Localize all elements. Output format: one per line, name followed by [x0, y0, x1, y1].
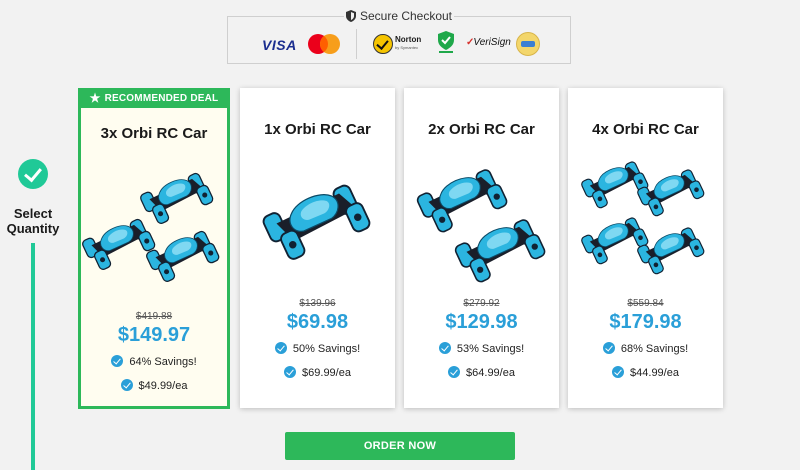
secure-shield-badge-icon [438, 31, 454, 53]
feature-unit-price: $49.99/ea [81, 379, 227, 392]
rc-car-4 [635, 226, 706, 276]
product-card-1x[interactable]: 1x Orbi RC Car $139.96 $69.98 50% Saving… [240, 88, 395, 408]
product-card-3x[interactable]: ★ RECOMMENDED DEAL 3x Orbi RC Car $419.88… [78, 88, 230, 409]
rc-car-2 [80, 217, 157, 272]
product-title: 2x Orbi RC Car [428, 121, 535, 138]
feature-unit-price: $64.99/ea [404, 366, 559, 379]
visa-logo: VISA [262, 37, 297, 53]
verisign-logo: VeriSign [466, 37, 510, 48]
rc-car-image [80, 171, 221, 284]
feature-savings: 53% Savings! [404, 342, 559, 355]
savings-text: 64% Savings! [129, 356, 197, 368]
check-icon [612, 366, 625, 378]
payment-badges: VISA Norton by Symantec VeriSign [228, 29, 570, 61]
savings-text: 50% Savings! [292, 343, 361, 355]
check-icon [284, 366, 297, 378]
rc-car-image [579, 160, 706, 276]
rc-car-1 [138, 171, 215, 226]
shield-icon [345, 10, 356, 22]
check-icon [274, 342, 287, 354]
star-icon: ★ [89, 91, 101, 105]
order-now-button[interactable]: ORDER NOW [285, 432, 515, 460]
mastercard-logo [308, 34, 340, 54]
feature-savings: 68% Savings! [568, 342, 723, 355]
norton-name: Norton [395, 35, 422, 44]
product-title: 4x Orbi RC Car [592, 121, 699, 138]
savings-text: 68% Savings! [620, 343, 689, 355]
sale-price: $179.98 [609, 311, 682, 333]
feature-savings: 50% Savings! [240, 342, 395, 355]
product-title: 3x Orbi RC Car [100, 125, 208, 142]
rc-car-2 [453, 217, 548, 285]
badge-divider [356, 29, 357, 59]
product-image [240, 168, 395, 278]
check-icon [111, 355, 124, 367]
check-icon [602, 342, 615, 354]
rc-car-1 [260, 182, 373, 262]
original-price: $279.92 [463, 298, 500, 309]
site-seal-badge-icon [516, 32, 540, 56]
check-icon [120, 379, 133, 391]
product-image [404, 158, 559, 288]
recommended-banner: ★ RECOMMENDED DEAL [78, 88, 230, 108]
unit-price-text: $44.99/ea [630, 367, 679, 379]
rc-car-image [415, 167, 548, 285]
norton-sub: by Symantec [395, 45, 419, 50]
check-icon [448, 366, 461, 378]
sale-price: $149.97 [117, 324, 191, 346]
original-price: $419.88 [135, 311, 173, 322]
secure-checkout-heading: Secure Checkout [228, 9, 570, 23]
unit-price-text: $69.99/ea [302, 367, 351, 379]
sale-price: $129.98 [445, 311, 518, 333]
feature-savings: 64% Savings! [81, 355, 227, 368]
unit-price-text: $49.99/ea [138, 380, 188, 392]
product-image [568, 154, 723, 284]
step-label-line1: Select [13, 206, 53, 221]
feature-unit-price: $69.99/ea [240, 366, 395, 379]
rc-car-3 [579, 216, 650, 266]
rc-car-1 [579, 160, 650, 210]
check-icon [438, 342, 451, 354]
step-label-line2: Quantity [6, 221, 60, 236]
secure-checkout-box: Secure Checkout VISA Norton by Symantec … [227, 9, 571, 64]
rc-car-2 [635, 168, 706, 218]
step-progress-line [31, 243, 35, 470]
product-title: 1x Orbi RC Car [264, 121, 371, 138]
original-price: $559.84 [627, 298, 664, 309]
recommended-label: RECOMMENDED DEAL [104, 93, 219, 104]
product-card-4x[interactable]: 4x Orbi RC Car $559.84 $179.98 68% Savin… [568, 88, 723, 408]
step-complete-check-icon [18, 159, 48, 189]
rc-car-image [260, 182, 373, 262]
rc-car-1 [415, 167, 510, 235]
product-card-2x[interactable]: 2x Orbi RC Car $279.92 $129.98 53% Savin… [404, 88, 559, 408]
unit-price-text: $64.99/ea [466, 367, 515, 379]
product-image [80, 163, 227, 293]
secure-checkout-title: Secure Checkout [359, 9, 453, 23]
norton-check-icon [373, 34, 393, 54]
original-price: $139.96 [299, 298, 336, 309]
feature-unit-price: $44.99/ea [568, 366, 723, 379]
step-label: Select Quantity [0, 206, 66, 236]
savings-text: 53% Savings! [456, 343, 525, 355]
rc-car-3 [144, 229, 221, 284]
sale-price: $69.98 [286, 311, 349, 333]
